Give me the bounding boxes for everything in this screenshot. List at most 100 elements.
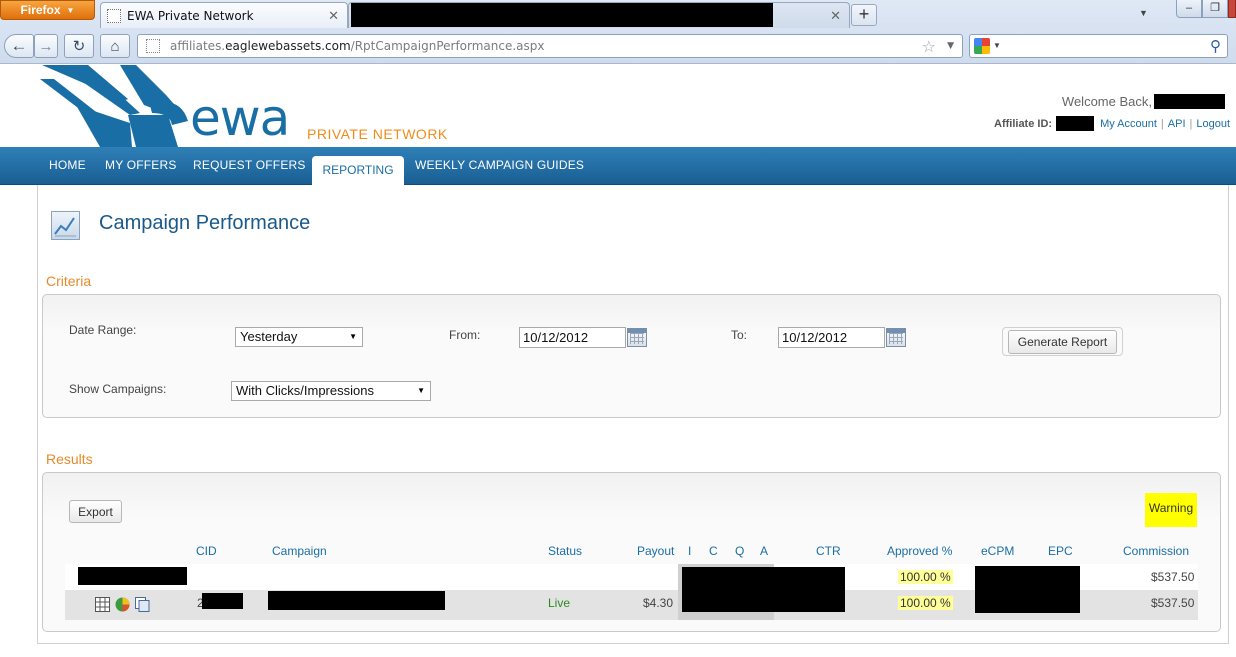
navigation-toolbar: ← → ↻ ⌂ affiliates. eaglewebassets.com/Rp…: [0, 30, 1236, 64]
redacted-block: [975, 566, 1080, 613]
warning-badge[interactable]: Warning: [1145, 493, 1197, 527]
redacted-block: [202, 593, 243, 609]
generate-report-button[interactable]: Generate Report: [1008, 330, 1117, 354]
affiliate-row: Affiliate ID: My Account | API | Logout: [994, 116, 1230, 131]
chart-report-icon: [51, 211, 80, 240]
browser-chrome: Firefox ▼ EWA Private Network ✕ ✕ + ▼ – …: [0, 0, 1236, 64]
criteria-panel: [42, 294, 1221, 418]
separator: |: [1189, 117, 1193, 130]
calendar-icon[interactable]: [886, 328, 906, 347]
calendar-icon[interactable]: [627, 328, 647, 347]
column-header-status[interactable]: Status: [548, 544, 582, 558]
column-header-approved[interactable]: Approved %: [887, 544, 952, 558]
url-host: eaglewebassets.com: [225, 39, 351, 53]
tab-active[interactable]: EWA Private Network ✕: [100, 2, 348, 28]
column-header-a[interactable]: A: [760, 544, 768, 558]
affiliate-id-label: Affiliate ID:: [994, 117, 1053, 130]
column-header-commission[interactable]: Commission: [1123, 544, 1189, 558]
main-nav: HOME MY OFFERS REQUEST OFFERS REPORTING …: [0, 147, 1236, 186]
show-campaigns-select[interactable]: With Clicks/Impressions ▼: [231, 381, 431, 401]
from-label: From:: [449, 328, 481, 342]
page-title: Campaign Performance: [99, 212, 311, 234]
document-copy-icon[interactable]: [135, 597, 150, 612]
export-button[interactable]: Export: [69, 500, 122, 523]
maximize-icon[interactable]: ❐: [1202, 0, 1228, 18]
tab-title: EWA Private Network: [127, 8, 254, 23]
date-range-label: Date Range:: [69, 323, 137, 337]
chevron-down-icon: ▼: [417, 386, 425, 395]
to-label: To:: [731, 328, 748, 342]
row-payout: $4.30: [643, 596, 674, 610]
window-close-icon[interactable]: [1228, 0, 1236, 18]
bookmark-star-icon[interactable]: ☆: [922, 37, 936, 56]
status-badge: Live: [548, 596, 571, 610]
url-bar[interactable]: affiliates. eaglewebassets.com/RptCampaig…: [137, 34, 963, 58]
column-header-q[interactable]: Q: [735, 544, 744, 558]
minimize-icon[interactable]: –: [1176, 0, 1202, 18]
row-commission: $537.50: [1151, 596, 1195, 610]
api-link[interactable]: API: [1168, 118, 1186, 130]
summary-approved-pct: 100.00 %: [898, 570, 953, 584]
redacted-affiliate-id: [1056, 116, 1095, 131]
nav-item-my-offers[interactable]: MY OFFERS: [105, 158, 177, 172]
show-campaigns-value: With Clicks/Impressions: [236, 383, 374, 398]
new-tab-button[interactable]: +: [851, 4, 877, 26]
column-header-i[interactable]: I: [688, 544, 691, 558]
date-range-select[interactable]: Yesterday ▼: [235, 327, 363, 347]
date-range-value: Yesterday: [240, 329, 298, 344]
from-date-input[interactable]: 10/12/2012: [519, 327, 626, 348]
column-header-cid[interactable]: CID: [196, 544, 217, 558]
redacted-block: [351, 3, 773, 27]
firefox-menu-label: Firefox: [20, 3, 61, 17]
nav-item-home[interactable]: HOME: [49, 158, 86, 172]
eagle-logo-icon: [40, 65, 188, 147]
row-approved-pct: 100.00 %: [898, 596, 953, 610]
chevron-down-icon: ▼: [349, 332, 357, 341]
column-header-campaign[interactable]: Campaign: [272, 544, 327, 558]
column-header-payout[interactable]: Payout: [637, 544, 674, 558]
welcome-text: Welcome Back,: [1061, 94, 1152, 109]
tab-background[interactable]: ✕: [348, 2, 850, 28]
column-header-c[interactable]: C: [709, 544, 718, 558]
back-arrow-icon[interactable]: ←: [4, 34, 34, 58]
firefox-menu-button[interactable]: Firefox ▼: [0, 0, 95, 20]
separator: |: [1160, 117, 1164, 130]
nav-item-request-offers[interactable]: REQUEST OFFERS: [193, 158, 306, 172]
chevron-down-icon[interactable]: ▼: [993, 41, 1001, 50]
close-icon[interactable]: ✕: [830, 8, 841, 24]
logout-link[interactable]: Logout: [1196, 118, 1230, 130]
home-icon[interactable]: ⌂: [100, 34, 130, 58]
redacted-username: [1154, 94, 1225, 109]
column-header-ctr[interactable]: CTR: [816, 544, 841, 558]
reload-icon[interactable]: ↻: [64, 34, 94, 58]
google-engine-icon[interactable]: [974, 38, 990, 54]
column-header-epc[interactable]: EPC: [1048, 544, 1073, 558]
logo-subtitle: PRIVATE NETWORK: [307, 126, 448, 142]
history-dropdown-icon[interactable]: ▼: [947, 41, 954, 51]
chevron-down-icon: ▼: [66, 5, 75, 15]
my-account-link[interactable]: My Account: [1100, 118, 1157, 130]
page-favicon-icon: [107, 8, 121, 23]
close-icon[interactable]: ✕: [328, 8, 339, 24]
site-identity-icon[interactable]: [146, 39, 160, 53]
results-title: Results: [46, 451, 93, 467]
search-input[interactable]: ▼ ⚲: [969, 34, 1228, 58]
tab-bar: Firefox ▼ EWA Private Network ✕ ✕ + ▼ – …: [0, 0, 1236, 30]
url-subdomain: affiliates.: [170, 39, 226, 53]
redacted-block: [268, 591, 445, 610]
redacted-block: [78, 567, 187, 585]
redacted-block: [682, 567, 845, 612]
site-header: ewa PRIVATE NETWORK Welcome Back, Affili…: [0, 65, 1236, 147]
search-icon[interactable]: ⚲: [1210, 37, 1221, 55]
nav-item-weekly-campaign-guides[interactable]: WEEKLY CAMPAIGN GUIDES: [415, 158, 584, 172]
to-date-input[interactable]: 10/12/2012: [778, 327, 885, 348]
tab-list-chevron-icon[interactable]: ▼: [1139, 8, 1148, 18]
show-campaigns-label: Show Campaigns:: [69, 382, 167, 396]
url-path: /RptCampaignPerformance.aspx: [350, 39, 545, 53]
column-header-ecpm[interactable]: eCPM: [981, 544, 1014, 558]
table-grid-icon[interactable]: [95, 597, 110, 612]
pie-chart-icon[interactable]: [115, 597, 130, 612]
nav-item-reporting[interactable]: REPORTING: [312, 156, 404, 186]
forward-arrow-icon[interactable]: →: [34, 34, 58, 58]
criteria-title: Criteria: [46, 273, 92, 289]
